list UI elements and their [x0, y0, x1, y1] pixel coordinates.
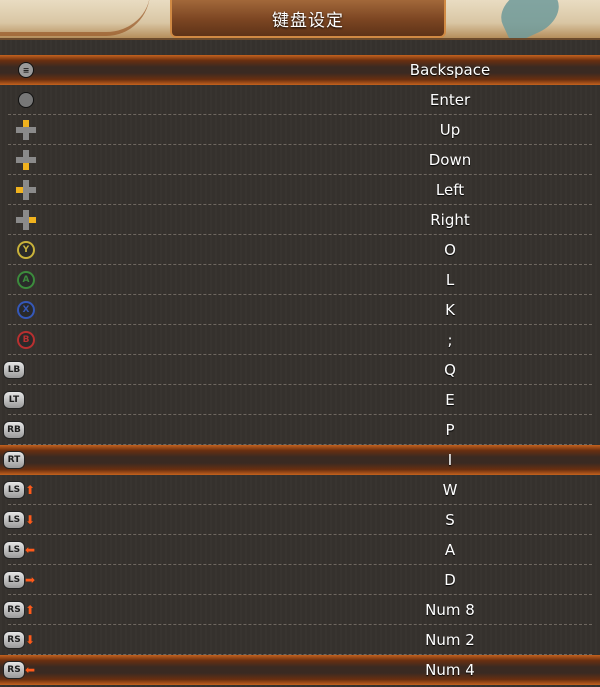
button-label: RS: [4, 632, 24, 648]
button-label: RT: [4, 452, 24, 468]
button-label: LS: [4, 482, 24, 498]
bound-key: L: [445, 271, 455, 289]
bound-key: ;: [447, 331, 453, 349]
b-button-glyph: B: [19, 333, 33, 347]
ls-down-icon: LS ⬇: [4, 505, 48, 535]
bound-key: E: [445, 391, 455, 409]
bound-key: K: [445, 301, 455, 319]
dpad-left-icon: [4, 175, 48, 205]
keybinding-row[interactable]: LS ➡ D: [0, 565, 600, 595]
bound-key: W: [442, 481, 458, 499]
button-label: LB: [4, 362, 24, 378]
rs-left-icon: RS ⬅: [4, 655, 48, 685]
arrow-down-icon: ⬇: [25, 513, 36, 527]
keybinding-row[interactable]: RB P: [0, 415, 600, 445]
bound-key: Num 2: [425, 631, 475, 649]
bound-key: Up: [439, 121, 461, 139]
arrow-down-icon: ⬇: [25, 633, 36, 647]
bound-key: Backspace: [409, 61, 491, 79]
keybinding-row[interactable]: LS ⬇ S: [0, 505, 600, 535]
ls-up-icon: LS ⬆: [4, 475, 48, 505]
bound-key: P: [445, 421, 455, 439]
bound-key: Q: [444, 361, 456, 379]
dpad-right-icon: [4, 205, 48, 235]
swirl-ornament: [0, 0, 150, 36]
rs-down-icon: RS ⬇: [4, 625, 48, 655]
start-button-icon: [4, 85, 48, 115]
keybinding-row[interactable]: B;: [0, 325, 600, 355]
bound-key: Left: [435, 181, 465, 199]
leaf-ornament: [493, 0, 567, 38]
back-button-icon: ≡: [4, 55, 48, 85]
a-button-icon: A: [4, 265, 48, 295]
dpad-down-icon: [4, 145, 48, 175]
button-label: RS: [4, 662, 24, 678]
y-button-glyph: Y: [19, 243, 33, 257]
lb-button-icon: LB: [4, 355, 48, 385]
keybinding-row[interactable]: LT E: [0, 385, 600, 415]
keybinding-row[interactable]: Right: [0, 205, 600, 235]
button-label: LS: [4, 572, 24, 588]
ls-left-icon: LS ⬅: [4, 535, 48, 565]
rb-button-icon: RB: [4, 415, 48, 445]
keybinding-row[interactable]: XK: [0, 295, 600, 325]
bound-key: D: [444, 571, 456, 589]
keybinding-row[interactable]: Up: [0, 115, 600, 145]
keybinding-row[interactable]: RT I: [0, 445, 600, 475]
arrow-up-icon: ⬆: [25, 603, 36, 617]
keybinding-row[interactable]: LB Q: [0, 355, 600, 385]
keybinding-row[interactable]: Left: [0, 175, 600, 205]
bound-key: Right: [430, 211, 470, 229]
bound-key: S: [445, 511, 455, 529]
button-label: RB: [4, 422, 24, 438]
bound-key: Num 8: [425, 601, 475, 619]
arrow-left-icon: ⬅: [25, 543, 36, 557]
bound-key: A: [444, 541, 456, 559]
rt-button-icon: RT: [4, 445, 48, 475]
arrow-left-icon: ⬅: [25, 663, 36, 677]
bound-key: O: [444, 241, 456, 259]
keybinding-row[interactable]: Down: [0, 145, 600, 175]
button-label: LS: [4, 542, 24, 558]
keybinding-row[interactable]: LS ⬅ A: [0, 535, 600, 565]
b-button-icon: B: [4, 325, 48, 355]
keybinding-row[interactable]: RS ⬆ Num 8: [0, 595, 600, 625]
dpad-up-icon: [4, 115, 48, 145]
button-label: LT: [4, 392, 24, 408]
page-title: 键盘设定: [170, 0, 446, 38]
keybinding-row[interactable]: YO: [0, 235, 600, 265]
rs-up-icon: RS ⬆: [4, 595, 48, 625]
arrow-right-icon: ➡: [25, 573, 36, 587]
keybinding-row[interactable]: ≡ Backspace: [0, 55, 600, 85]
bound-key: Num 4: [425, 661, 475, 679]
keybinding-row[interactable]: Enter: [0, 85, 600, 115]
lt-button-icon: LT: [4, 385, 48, 415]
arrow-up-icon: ⬆: [25, 483, 36, 497]
ls-right-icon: LS ➡: [4, 565, 48, 595]
a-button-glyph: A: [19, 273, 33, 287]
button-label: LS: [4, 512, 24, 528]
button-label: RS: [4, 602, 24, 618]
keybinding-row[interactable]: AL: [0, 265, 600, 295]
bound-key: I: [447, 451, 453, 469]
bound-key: Enter: [429, 91, 471, 109]
x-button-glyph: X: [19, 303, 33, 317]
keybinding-row[interactable]: RS ⬇ Num 2: [0, 625, 600, 655]
x-button-icon: X: [4, 295, 48, 325]
keybinding-row[interactable]: LS ⬆ W: [0, 475, 600, 505]
keybinding-row[interactable]: RS ⬅ Num 4: [0, 655, 600, 685]
bound-key: Down: [428, 151, 472, 169]
y-button-icon: Y: [4, 235, 48, 265]
